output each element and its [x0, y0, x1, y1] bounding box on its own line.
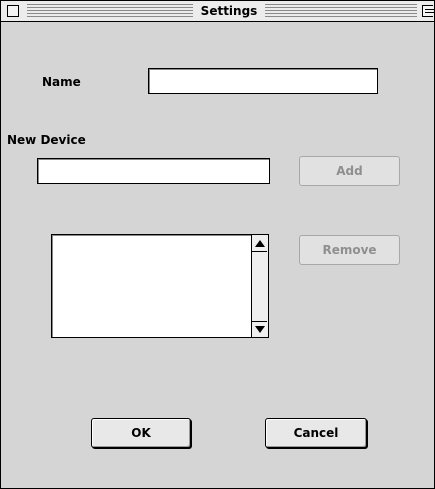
- scrollbar-divider-top: [252, 251, 267, 252]
- new-device-label: New Device: [7, 133, 86, 147]
- scrollbar-divider-bottom: [252, 321, 267, 322]
- new-device-input[interactable]: [37, 158, 270, 184]
- zoom-box-icon[interactable]: [422, 5, 434, 17]
- window-title: Settings: [200, 4, 258, 18]
- title-bar[interactable]: Settings: [1, 1, 434, 22]
- title-bar-stripes-right: [265, 4, 417, 17]
- name-label: Name: [42, 75, 81, 89]
- scroll-down-arrow-icon[interactable]: [254, 323, 266, 335]
- name-input[interactable]: [148, 68, 378, 94]
- cancel-button[interactable]: Cancel: [265, 418, 367, 448]
- close-box-icon[interactable]: [7, 5, 19, 17]
- device-list[interactable]: [51, 234, 269, 338]
- device-list-scrollbar[interactable]: [251, 235, 268, 337]
- scroll-up-arrow-icon[interactable]: [254, 237, 266, 249]
- remove-button[interactable]: Remove: [299, 235, 400, 265]
- title-bar-stripes-left: [27, 4, 193, 17]
- add-button[interactable]: Add: [299, 156, 400, 186]
- ok-button[interactable]: OK: [91, 418, 191, 448]
- settings-window: Settings Name New Device Add Remove OK C…: [0, 0, 435, 489]
